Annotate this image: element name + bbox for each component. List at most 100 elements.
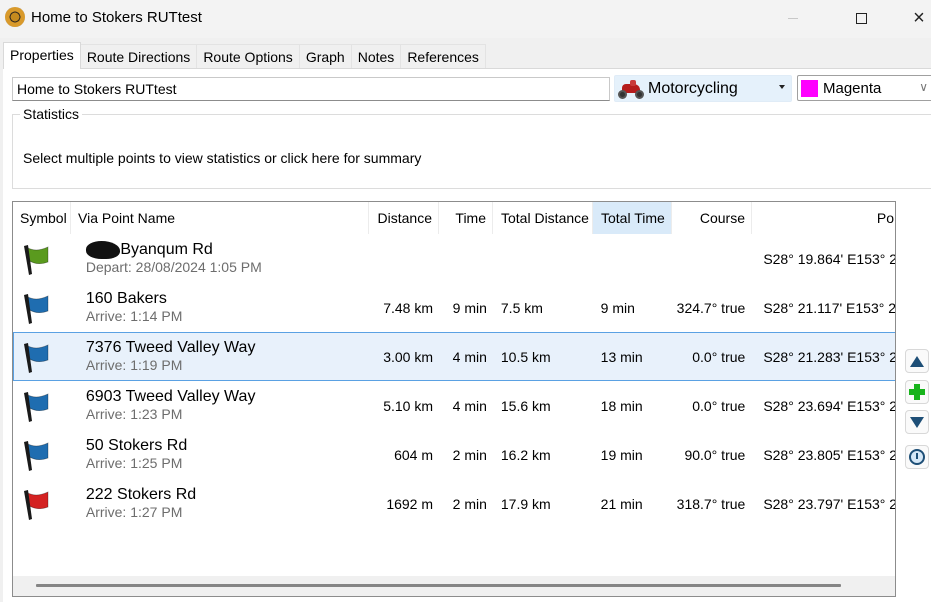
column-header-name[interactable]: Via Point Name <box>71 202 369 234</box>
via-point-name: 6903 Tweed Valley Way <box>85 388 256 405</box>
plus-icon <box>909 384 925 400</box>
properties-panel: Motorcycling Magenta ∨ Statistics Select… <box>3 68 931 602</box>
minimize-icon <box>788 17 798 19</box>
column-header-position[interactable]: Po <box>752 202 895 234</box>
flag-icon-cell <box>14 333 72 380</box>
table-row[interactable]: 222 Stokers Rd Arrive: 1:27 PM 1692 m 2 … <box>13 479 896 528</box>
tab-graph[interactable]: Graph <box>298 44 352 69</box>
tab-route-options[interactable]: Route Options <box>196 44 300 69</box>
grid-header: Symbol Via Point Name Distance Time Tota… <box>13 202 895 234</box>
clock-icon <box>909 449 925 465</box>
total-distance-cell: 17.9 km <box>500 495 551 512</box>
time-cell: 2 min <box>452 495 487 512</box>
close-button[interactable]: × <box>896 0 931 36</box>
maximize-icon <box>855 12 867 24</box>
distance-cell: 3.00 km <box>383 348 434 365</box>
window-title: Home to Stokers RUTtest <box>31 9 202 26</box>
via-point-time: Arrive: 1:27 PM <box>85 504 183 520</box>
position-cell: S28° 21.283' E153° 24 <box>763 348 896 365</box>
tab-references[interactable]: References <box>400 44 486 69</box>
table-row[interactable]: 6903 Tweed Valley Way Arrive: 1:23 PM 5.… <box>13 381 896 430</box>
table-row[interactable]: 160 Bakers Arrive: 1:14 PM 7.48 km 9 min… <box>13 283 896 332</box>
red-flag-icon <box>24 490 49 520</box>
color-dropdown[interactable]: Magenta ∨ <box>797 75 931 101</box>
via-point-name-cell: 160 Bakers Arrive: 1:14 PM <box>72 290 369 325</box>
total-distance-cell: 15.6 km <box>500 397 551 414</box>
flag-icon-cell <box>14 235 72 282</box>
via-point-time: Depart: 28/08/2024 1:05 PM <box>85 259 262 276</box>
table-row[interactable]: 7376 Tweed Valley Way Arrive: 1:19 PM 3.… <box>13 332 896 381</box>
position-cell: S28° 23.694' E153° 25 <box>763 397 896 414</box>
via-point-name-cell: 6903 Tweed Valley Way Arrive: 1:23 PM <box>72 388 369 423</box>
via-point-time: Arrive: 1:25 PM <box>85 455 183 471</box>
position-cell: S28° 19.864' E153° 22 <box>763 250 896 267</box>
total-distance-cell: 10.5 km <box>500 348 551 365</box>
via-point-time: Arrive: 1:19 PM <box>85 357 183 373</box>
total-time-cell: 9 min <box>600 299 635 316</box>
triangle-up-icon <box>910 355 924 367</box>
table-row[interactable]: Byanqum Rd Depart: 28/08/2024 1:05 PM S2… <box>13 234 896 283</box>
statistics-summary-link[interactable]: Select multiple points to view statistic… <box>23 150 421 166</box>
column-header-total-distance[interactable]: Total Distance <box>493 202 593 234</box>
color-swatch <box>801 79 818 97</box>
minimize-button[interactable] <box>770 0 816 36</box>
title-bar: Home to Stokers RUTtest × <box>0 0 931 38</box>
redaction-mark <box>85 240 120 259</box>
add-point-button[interactable] <box>905 380 929 404</box>
column-header-course[interactable]: Course <box>672 202 752 234</box>
motorcycle-icon <box>618 79 644 99</box>
color-label: Magenta <box>823 79 882 97</box>
column-header-symbol[interactable]: Symbol <box>13 202 71 234</box>
distance-cell: 1692 m <box>386 495 434 512</box>
move-down-button[interactable] <box>905 410 929 434</box>
flag-icon-cell <box>14 382 72 429</box>
time-cell: 2 min <box>452 446 487 463</box>
triangle-down-icon <box>910 416 924 428</box>
via-point-name: 160 Bakers <box>85 290 167 307</box>
flag-icon-cell <box>14 284 72 331</box>
via-point-name-cell: 50 Stokers Rd Arrive: 1:25 PM <box>72 437 369 472</box>
tab-bar: Properties Route Directions Route Option… <box>3 42 486 69</box>
flag-icon-cell <box>14 431 72 478</box>
total-time-cell: 18 min <box>600 397 643 414</box>
position-cell: S28° 23.797' E153° 24 <box>763 495 896 512</box>
via-point-time: Arrive: 1:23 PM <box>85 406 183 422</box>
table-row[interactable]: 50 Stokers Rd Arrive: 1:25 PM 604 m 2 mi… <box>13 430 896 479</box>
position-cell: S28° 21.117' E153° 22 <box>763 299 896 316</box>
blue-flag-icon <box>24 392 49 422</box>
via-point-name-cell: Byanqum Rd Depart: 28/08/2024 1:05 PM <box>72 240 369 276</box>
timing-button[interactable] <box>905 445 929 469</box>
time-cell: 9 min <box>452 299 487 316</box>
course-cell: 318.7° true <box>676 495 746 512</box>
position-cell: S28° 23.805' E153° 25 <box>763 446 896 463</box>
via-point-name: Byanqum Rd <box>120 241 213 259</box>
total-time-cell: 13 min <box>600 348 643 365</box>
tab-properties[interactable]: Properties <box>3 42 81 69</box>
total-distance-cell: 7.5 km <box>500 299 543 316</box>
move-up-button[interactable] <box>905 349 929 373</box>
total-time-cell: 19 min <box>600 446 643 463</box>
via-point-name: 222 Stokers Rd <box>85 486 197 503</box>
tab-notes[interactable]: Notes <box>350 44 402 69</box>
scrollbar-thumb[interactable] <box>36 584 841 587</box>
course-cell: 0.0° true <box>692 348 746 365</box>
activity-dropdown[interactable]: Motorcycling <box>614 75 792 102</box>
column-header-distance[interactable]: Distance <box>369 202 439 234</box>
horizontal-scrollbar[interactable] <box>13 576 895 596</box>
time-cell: 4 min <box>452 348 487 365</box>
column-header-total-time[interactable]: Total Time <box>593 202 672 234</box>
route-name-input[interactable] <box>12 77 610 101</box>
via-point-name-cell: 7376 Tweed Valley Way Arrive: 1:19 PM <box>72 339 369 374</box>
green-flag-icon <box>24 245 49 275</box>
tab-route-directions[interactable]: Route Directions <box>79 44 198 69</box>
total-time-cell: 21 min <box>600 495 643 512</box>
flag-icon-cell <box>14 480 72 527</box>
close-icon: × <box>913 6 925 29</box>
blue-flag-icon <box>24 294 49 324</box>
statistics-legend: Statistics <box>20 106 83 122</box>
grid-rows: Byanqum Rd Depart: 28/08/2024 1:05 PM S2… <box>13 234 896 528</box>
statistics-group: Statistics Select multiple points to vie… <box>12 106 931 189</box>
column-header-time[interactable]: Time <box>439 202 493 234</box>
maximize-button[interactable] <box>838 0 884 36</box>
activity-label: Motorcycling <box>648 79 738 97</box>
